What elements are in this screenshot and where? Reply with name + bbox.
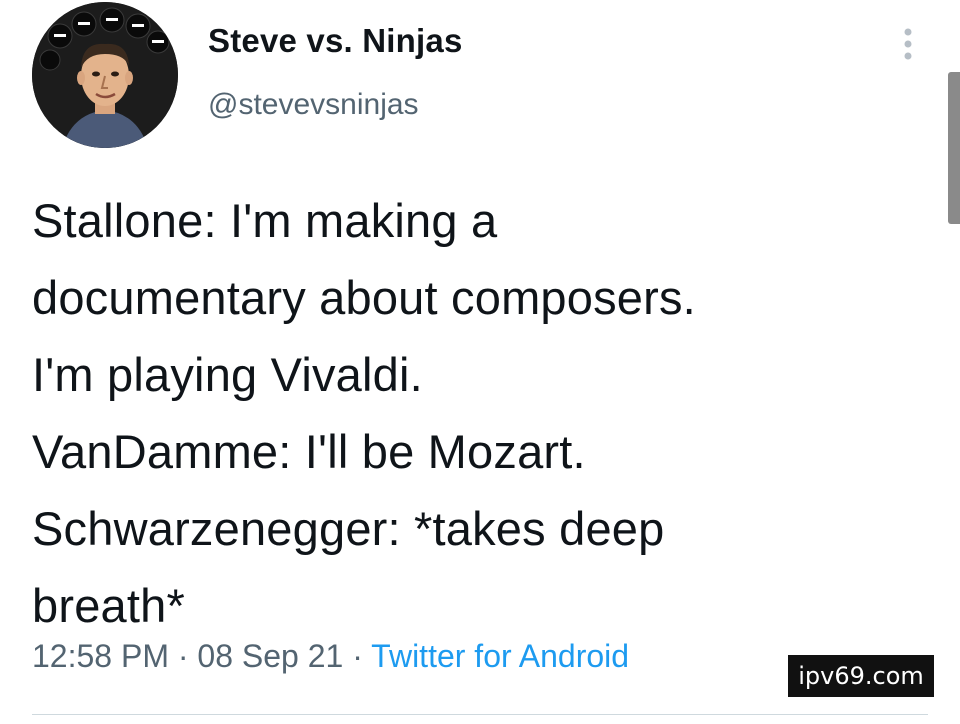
meta-separator: ·	[352, 638, 363, 674]
user-handle[interactable]: @stevevsninjas	[208, 88, 419, 122]
tweet-time[interactable]: 12:58 PM	[32, 638, 169, 674]
ninja-face-avatar-icon	[32, 2, 178, 148]
tweet-source-link[interactable]: Twitter for Android	[371, 638, 629, 674]
divider	[32, 714, 928, 715]
tweet-text: Stallone: I'm making a documentary about…	[32, 194, 696, 632]
tweet-metadata: 12:58 PM · 08 Sep 21 · Twitter for Andro…	[32, 638, 629, 675]
tweet-screenshot: Steve vs. Ninjas @stevevsninjas Stallone…	[0, 0, 960, 724]
scrollbar[interactable]	[948, 72, 960, 224]
avatar[interactable]	[32, 2, 178, 148]
meta-separator: ·	[177, 638, 189, 674]
watermark-badge: ipv69.com	[788, 655, 934, 697]
tweet-date[interactable]: 08 Sep 21	[197, 638, 343, 674]
more-options-icon[interactable]	[896, 24, 920, 64]
display-name[interactable]: Steve vs. Ninjas	[208, 22, 463, 60]
